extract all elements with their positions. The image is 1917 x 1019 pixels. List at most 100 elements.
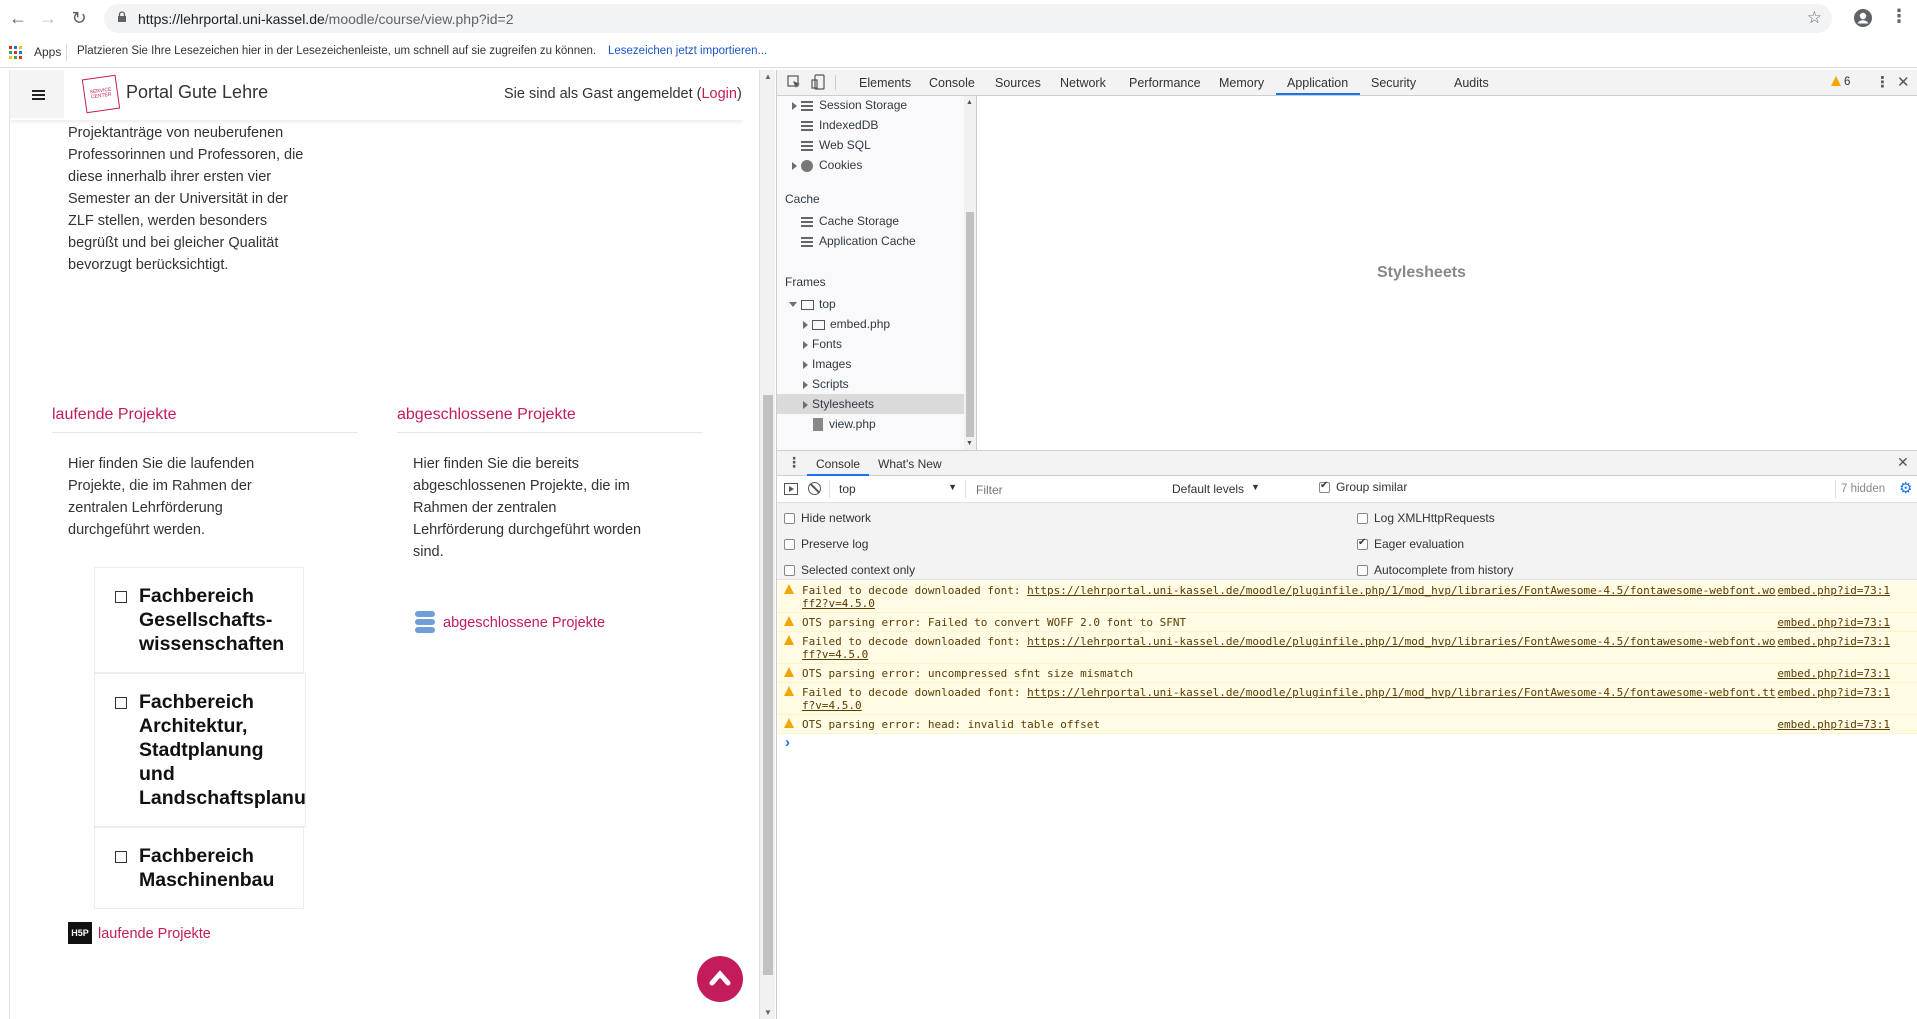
tab-performance[interactable]: Performance — [1129, 76, 1201, 90]
tab-memory[interactable]: Memory — [1219, 76, 1264, 90]
message-source-link[interactable]: embed.php?id=73:1 — [1777, 635, 1890, 648]
setting-autocomplete-history[interactable]: Autocomplete from history — [1357, 563, 1513, 577]
inspect-element-icon[interactable] — [787, 75, 801, 89]
scroll-up-arrow[interactable]: ▲ — [966, 99, 973, 106]
tab-elements[interactable]: Elements — [859, 76, 911, 90]
tree-item-websql[interactable]: Web SQL — [801, 138, 871, 152]
setting-eager-evaluation[interactable]: Eager evaluation — [1357, 537, 1464, 551]
import-bookmarks-link[interactable]: Lesezeichen jetzt importieren... — [608, 45, 767, 57]
checkbox-icon — [115, 851, 127, 863]
console-filter-input[interactable] — [971, 480, 1159, 499]
checkbox[interactable] — [1357, 537, 1368, 551]
scroll-down-arrow[interactable]: ▼ — [966, 440, 973, 447]
device-toolbar-icon[interactable] — [811, 74, 825, 90]
site-title[interactable]: Portal Gute Lehre — [126, 82, 268, 103]
tree-item-view-php[interactable]: view.php — [813, 417, 876, 432]
tab-security[interactable]: Security — [1371, 76, 1416, 90]
tab-audits[interactable]: Audits — [1454, 76, 1489, 90]
back-icon[interactable]: ← — [8, 8, 28, 28]
console-prompt[interactable]: › — [785, 734, 790, 751]
warning-icon[interactable] — [1831, 76, 1841, 86]
tab-application[interactable]: Application — [1287, 76, 1348, 90]
setting-log-xhr[interactable]: Log XMLHttpRequests — [1357, 511, 1495, 525]
database-icon — [801, 140, 813, 151]
message-source-link[interactable]: embed.php?id=73:1 — [1777, 667, 1890, 680]
context-selector[interactable]: top ▼ — [834, 479, 959, 499]
scrollbar-thumb[interactable] — [966, 212, 974, 437]
checkbox[interactable] — [784, 565, 795, 577]
login-link[interactable]: Login — [701, 86, 736, 102]
page-scrollbar[interactable]: ▲ ▼ — [759, 70, 775, 1019]
forward-icon[interactable]: → — [38, 8, 58, 28]
scrollbar-thumb[interactable] — [763, 395, 773, 975]
warning-count[interactable]: 6 — [1844, 76, 1850, 88]
scroll-up-arrow[interactable]: ▲ — [764, 72, 772, 81]
message-url-link[interactable]: https://lehrportal.uni-kassel.de/moodle/… — [1027, 635, 1775, 648]
card-title: Fachbereich Gesellschafts-wissenschaften — [139, 585, 285, 655]
message-source-link[interactable]: embed.php?id=73:1 — [1777, 584, 1890, 597]
close-devtools-icon[interactable]: ✕ — [1897, 73, 1910, 91]
close-drawer-icon[interactable]: ✕ — [1897, 454, 1909, 471]
checkbox[interactable] — [1357, 513, 1368, 525]
checkbox[interactable] — [1357, 565, 1368, 577]
storage-icon — [801, 236, 813, 247]
message-source-link[interactable]: embed.php?id=73:1 — [1777, 616, 1890, 629]
clear-console-icon[interactable] — [808, 482, 821, 495]
tab-console[interactable]: Console — [929, 76, 975, 90]
address-bar[interactable]: https://lehrportal.uni-kassel.de/moodle/… — [104, 4, 1832, 33]
devtools-menu-icon[interactable]: ⋮ — [1875, 73, 1890, 91]
frame-icon — [801, 299, 814, 310]
tab-network[interactable]: Network — [1060, 76, 1106, 90]
message-source-link[interactable]: embed.php?id=73:1 — [1777, 686, 1890, 699]
tree-item-indexeddb[interactable]: IndexedDB — [801, 118, 878, 132]
card-title: Fachbereich Architektur, Stadtplanung und La… — [139, 691, 306, 809]
finished-projects-link[interactable]: abgeschlossene Projekte — [443, 615, 605, 631]
faculty-card-social-sciences[interactable]: Fachbereich Gesellschafts-wissenschaften — [94, 567, 304, 673]
reload-icon[interactable]: ↻ — [69, 8, 89, 28]
faculty-card-architecture[interactable]: Fachbereich Architektur, Stadtplanung und La… — [94, 673, 306, 827]
message-source-link[interactable]: embed.php?id=73:1 — [1777, 718, 1890, 731]
checkbox[interactable] — [1319, 480, 1330, 494]
tree-item-cookies[interactable]: Cookies — [792, 158, 862, 172]
browser-menu-icon[interactable]: ⋮ — [1890, 6, 1908, 27]
message-url-link[interactable]: https://lehrportal.uni-kassel.de/moodle/… — [1027, 686, 1775, 699]
tree-item-frame-top[interactable]: top — [789, 297, 836, 311]
tree-item-images[interactable]: Images — [803, 357, 851, 371]
checkbox[interactable] — [784, 539, 795, 551]
group-similar-toggle[interactable]: Group similar — [1319, 480, 1407, 494]
drawer-menu-icon[interactable]: ⋮ — [787, 454, 801, 471]
drawer-tab-whats-new[interactable]: What's New — [878, 457, 942, 471]
devtools-panel: Elements Console Sources Network Perform… — [776, 70, 1917, 1019]
tree-item-embed[interactable]: embed.php — [803, 317, 890, 331]
log-levels-dropdown[interactable]: Default levels ▼ — [1169, 479, 1264, 499]
site-logo[interactable]: SERVICE CENTER — [81, 74, 121, 114]
faculty-card-mechanical-engineering[interactable]: Fachbereich Maschinenbau — [94, 827, 304, 909]
setting-selected-context-only[interactable]: Selected context only — [784, 563, 915, 577]
setting-preserve-log[interactable]: Preserve log — [784, 537, 868, 551]
scroll-down-arrow[interactable]: ▼ — [764, 1008, 772, 1017]
login-info: Sie sind als Gast angemeldet (Login) — [504, 86, 742, 102]
divider — [1835, 480, 1836, 498]
tree-item-stylesheets[interactable]: Stylesheets — [803, 397, 874, 411]
tree-item-fonts[interactable]: Fonts — [803, 337, 842, 351]
url-text: https://lehrportal.uni-kassel.de/moodle/… — [138, 11, 514, 27]
bookmark-star-icon[interactable]: ☆ — [1807, 8, 1822, 28]
running-projects-link[interactable]: laufende Projekte — [98, 926, 211, 942]
drawer-tab-console[interactable]: Console — [816, 457, 860, 471]
tree-item-cache-storage[interactable]: Cache Storage — [801, 214, 899, 228]
apps-grid-icon[interactable] — [9, 46, 23, 60]
message-url-link[interactable]: https://lehrportal.uni-kassel.de/moodle/… — [1027, 584, 1775, 597]
sidebar-scrollbar[interactable]: ▲ ▼ — [964, 96, 976, 450]
tree-item-session-storage[interactable]: Session Storage — [792, 98, 907, 112]
profile-avatar-icon[interactable] — [1853, 8, 1873, 28]
sidebar-toggle-icon[interactable] — [784, 483, 798, 495]
tree-item-scripts[interactable]: Scripts — [803, 377, 849, 391]
back-to-top-button[interactable] — [697, 956, 743, 1002]
tab-sources[interactable]: Sources — [995, 76, 1041, 90]
menu-toggle[interactable] — [10, 70, 64, 118]
tree-item-application-cache[interactable]: Application Cache — [801, 234, 916, 248]
checkbox[interactable] — [784, 513, 795, 525]
setting-hide-network[interactable]: Hide network — [784, 511, 871, 525]
console-settings-gear-icon[interactable]: ⚙ — [1899, 479, 1912, 497]
apps-link[interactable]: Apps — [34, 45, 61, 59]
